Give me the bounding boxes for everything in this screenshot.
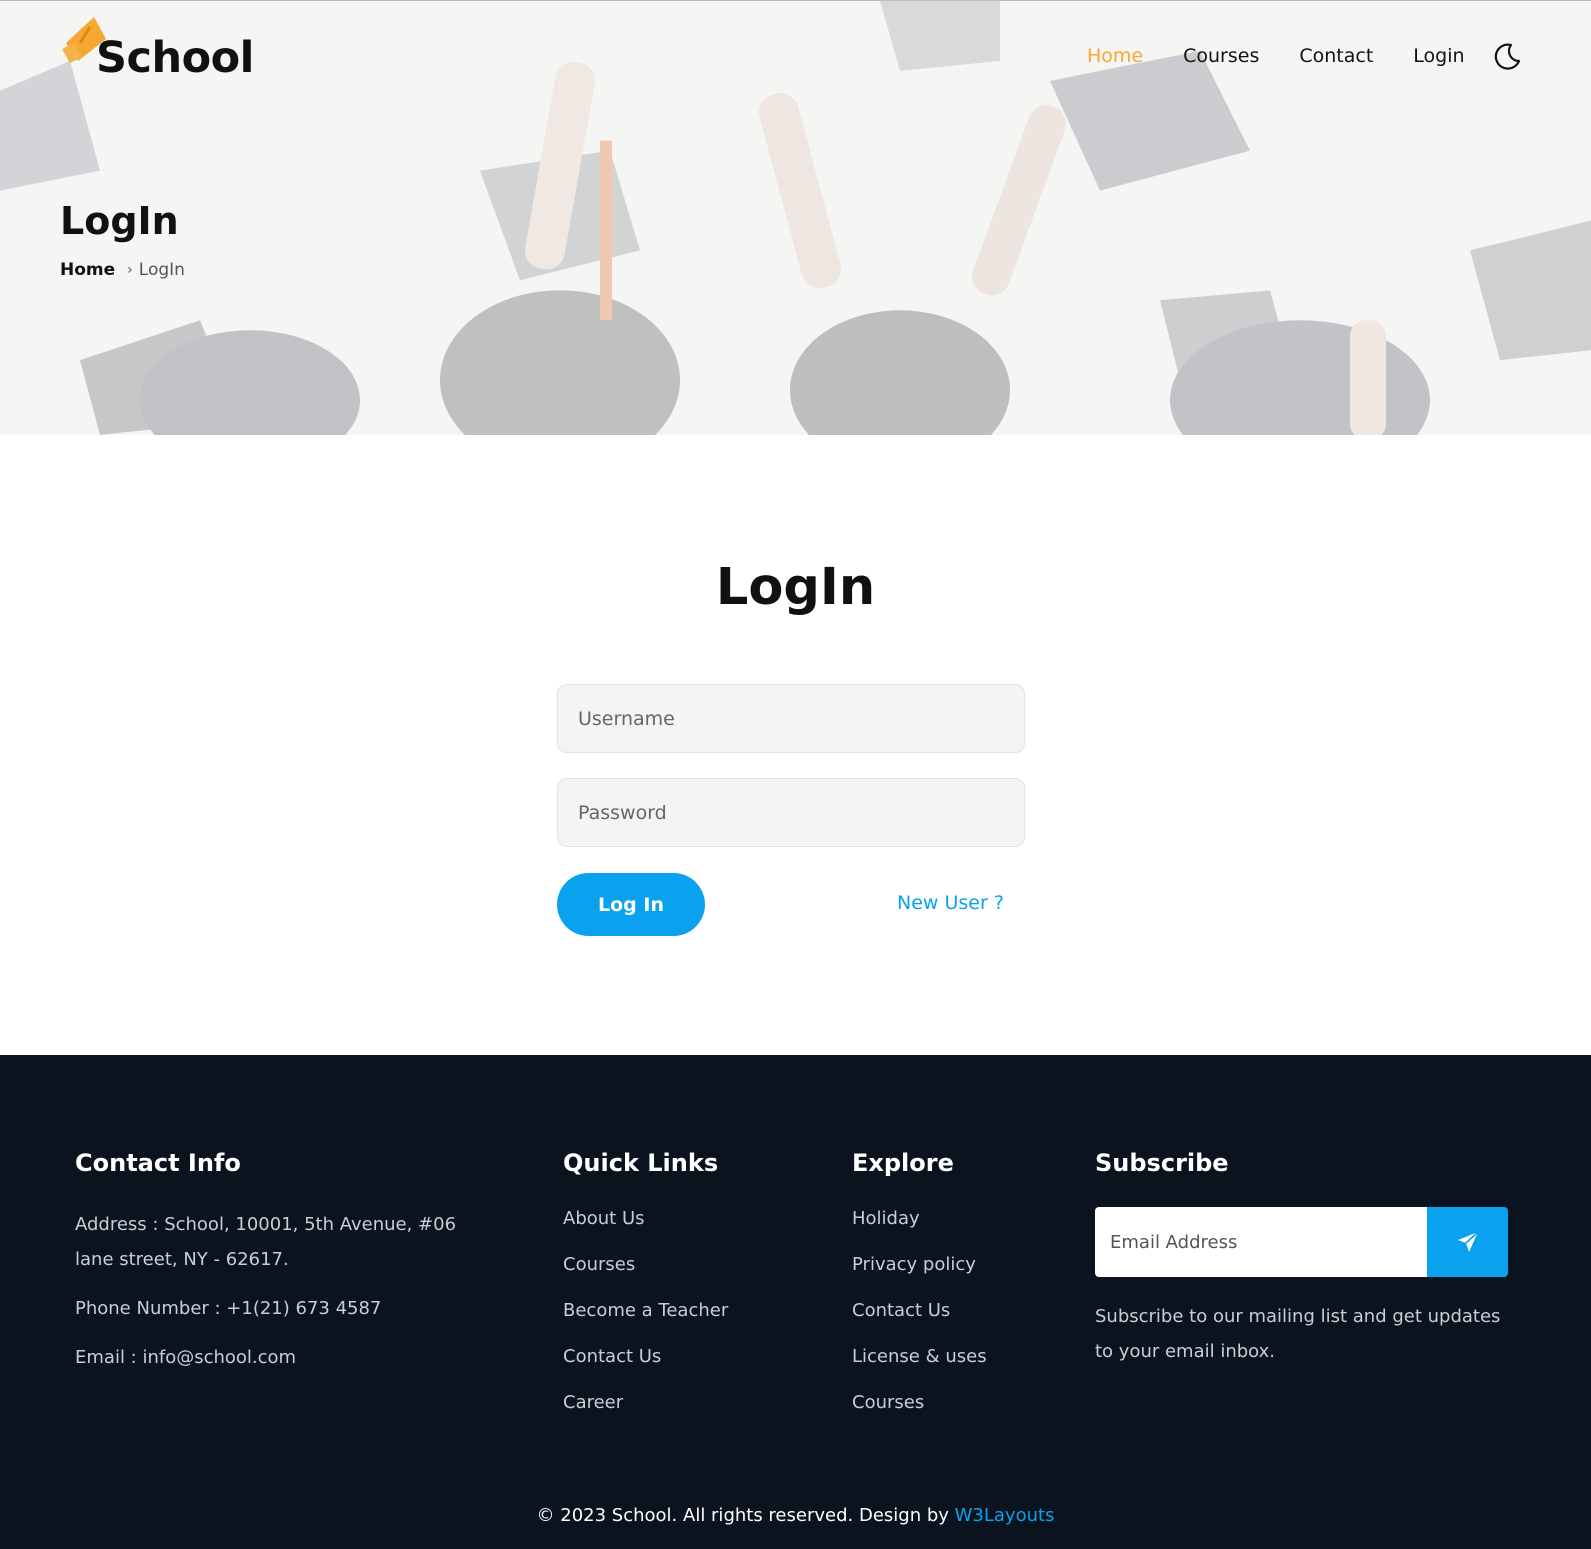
nav-home[interactable]: Home xyxy=(1087,45,1143,67)
subscribe-description: Subscribe to our mailing list and get up… xyxy=(1095,1306,1501,1362)
breadcrumb-home[interactable]: Home xyxy=(60,260,115,280)
footer-link-holiday[interactable]: Holiday xyxy=(852,1208,920,1229)
footer-heading-quick-links: Quick Links xyxy=(563,1149,719,1177)
page-title: LogIn xyxy=(60,199,179,243)
footer-contact-info: Contact Info Address : School, 10001, 5t… xyxy=(75,1149,495,1389)
nav-contact[interactable]: Contact xyxy=(1299,45,1373,67)
site-logo[interactable]: School xyxy=(60,11,254,83)
footer-link-about-us[interactable]: About Us xyxy=(563,1208,645,1229)
nav-login[interactable]: Login xyxy=(1413,45,1464,67)
footer-link-explore-contact-us[interactable]: Contact Us xyxy=(852,1300,950,1321)
nav-courses[interactable]: Courses xyxy=(1183,45,1259,67)
footer-link-privacy-policy[interactable]: Privacy policy xyxy=(852,1254,976,1275)
moon-icon[interactable] xyxy=(1492,41,1522,71)
username-input[interactable] xyxy=(557,684,1025,753)
footer-email: Email : info@school.com xyxy=(75,1347,297,1368)
footer-link-courses[interactable]: Courses xyxy=(563,1254,635,1275)
footer-phone: Phone Number : +1(21) 673 4587 xyxy=(75,1298,382,1319)
footer-heading-contact: Contact Info xyxy=(75,1149,241,1177)
footer-link-explore-courses[interactable]: Courses xyxy=(852,1392,924,1413)
logo-text: School xyxy=(96,33,254,83)
chevron-right-icon: › xyxy=(127,262,133,278)
new-user-link[interactable]: New User ? xyxy=(897,892,1004,914)
designer-link[interactable]: W3Layouts xyxy=(955,1505,1055,1526)
login-title: LogIn xyxy=(715,558,876,617)
copyright: © 2023 School. All rights reserved. Desi… xyxy=(0,1505,1591,1526)
hero-banner: School Home Courses Contact Login LogIn … xyxy=(0,0,1591,435)
copyright-text: © 2023 School. All rights reserved. Desi… xyxy=(536,1505,955,1526)
footer-heading-subscribe: Subscribe xyxy=(1095,1149,1229,1177)
paper-plane-icon xyxy=(1457,1231,1479,1252)
footer-link-contact-us[interactable]: Contact Us xyxy=(563,1346,661,1367)
footer-link-license[interactable]: License & uses xyxy=(852,1346,987,1367)
login-button[interactable]: Log In xyxy=(557,873,705,936)
breadcrumb-current: LogIn xyxy=(138,260,185,280)
footer-link-career[interactable]: Career xyxy=(563,1392,623,1413)
breadcrumb: Home › LogIn xyxy=(60,260,185,280)
subscribe-button[interactable] xyxy=(1427,1207,1508,1277)
footer-explore: Explore Holiday Privacy policy Contact U… xyxy=(852,1149,987,1437)
password-input[interactable] xyxy=(557,778,1025,847)
footer-heading-explore: Explore xyxy=(852,1149,954,1177)
footer-link-become-teacher[interactable]: Become a Teacher xyxy=(563,1300,728,1321)
subscribe-email-input[interactable] xyxy=(1095,1207,1427,1277)
footer-quick-links: Quick Links About Us Courses Become a Te… xyxy=(563,1149,728,1437)
footer-address: Address : School, 10001, 5th Avenue, #06… xyxy=(75,1214,457,1270)
site-footer: Contact Info Address : School, 10001, 5t… xyxy=(0,1055,1591,1549)
footer-subscribe: Subscribe Subscribe to our mailing list … xyxy=(1095,1149,1508,1369)
subscribe-form xyxy=(1095,1207,1508,1277)
main-nav: Home Courses Contact Login xyxy=(1087,43,1521,70)
